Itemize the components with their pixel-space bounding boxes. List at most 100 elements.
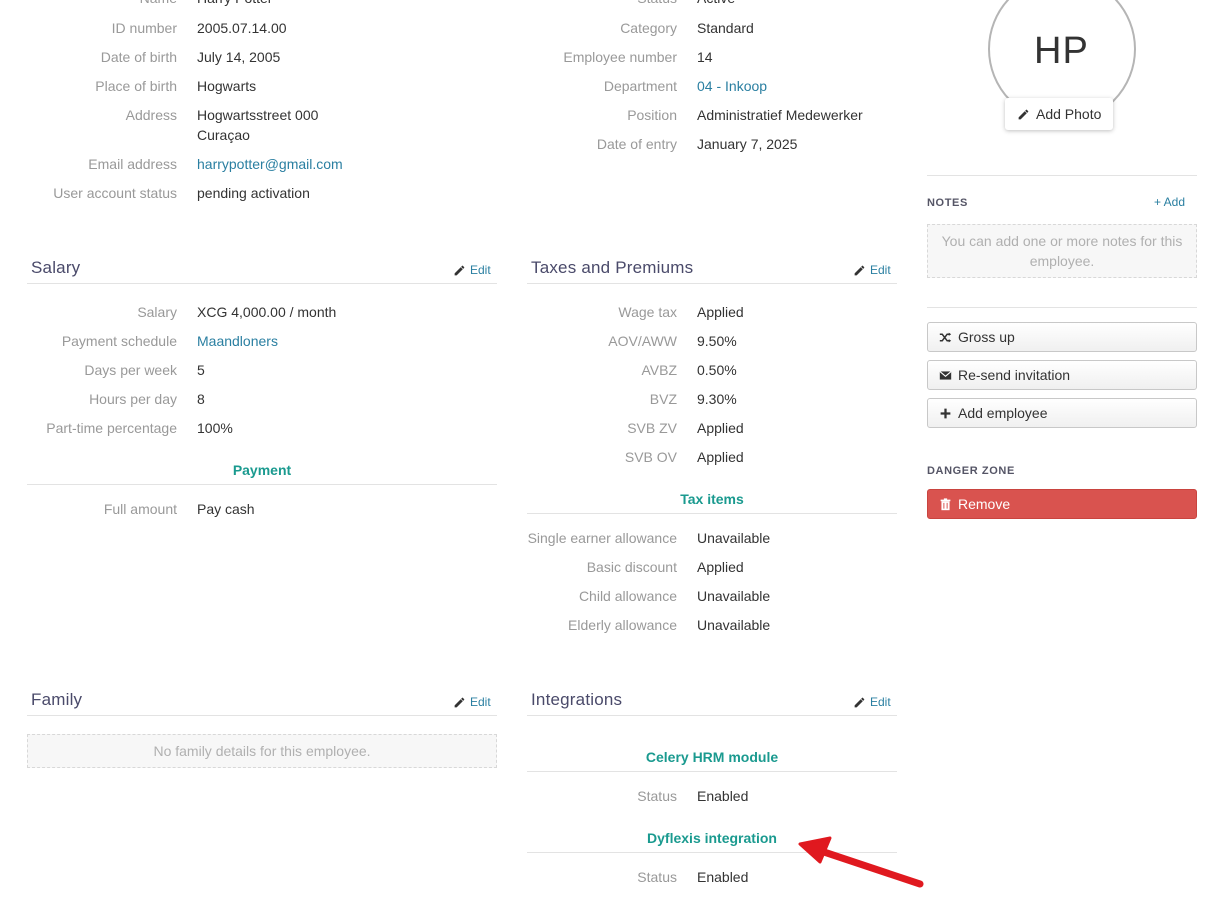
label: Status [637,788,677,804]
family-title: Family [31,690,83,709]
family-empty-state: No family details for this employee. [27,734,497,768]
row-employee-number: Employee number 14 [0,47,900,67]
row-position: Position Administratief Medewerker [0,105,900,125]
label: Status [637,869,677,885]
employment-info: Status Active Category Standard Employee… [0,0,900,160]
value: January 7, 2025 [697,136,798,152]
row-wage-tax: Wage tax Applied [0,302,900,322]
value: Administratief Medewerker [697,107,863,123]
pencil-icon [854,697,865,707]
label: Child allowance [578,588,677,604]
row-child-allowance: Child allowance Unavailable [0,586,900,606]
value: Unavailable [697,617,771,633]
shuffle-icon [939,332,952,342]
value: Standard [697,20,754,36]
label: Employee number [563,49,677,65]
salary-title: Salary [31,258,81,277]
integrations-edit-button[interactable]: Edit [853,695,891,709]
row-dyflexis-status: Status Enabled [0,867,900,887]
row-celery-status: Status Enabled [0,786,900,806]
row-basic-discount: Basic discount Applied [0,557,900,577]
value: 14 [697,49,713,65]
sidebar-divider-top [927,175,1197,176]
label: AOV/AWW [608,333,677,349]
salary-divider [27,283,497,284]
value: Applied [697,559,744,575]
taxes-edit-button[interactable]: Edit [853,263,891,277]
row-category: Category Standard [0,18,900,38]
edit-label: Edit [870,263,891,277]
value: 9.50% [697,333,737,349]
value: Active [697,0,735,8]
row-aov-aww: AOV/AWW 9.50% [0,331,900,351]
pencil-icon [454,265,465,275]
celery-divider [527,771,897,772]
taxes-title: Taxes and Premiums [531,258,694,277]
family-edit-button[interactable]: Edit [453,695,491,709]
value: Enabled [697,788,749,804]
edit-label: Edit [470,695,491,709]
integrations-title: Integrations [531,690,623,709]
tax-items-divider [527,513,897,514]
family-divider [27,715,497,716]
label: Wage tax [618,304,677,320]
notes-heading: NOTES [927,197,968,209]
danger-zone-heading: DANGER ZONE [927,465,1015,477]
row-avbz: AVBZ 0.50% [0,360,900,380]
add-note-link[interactable]: + Add [1154,195,1185,209]
value: Applied [697,449,744,465]
edit-label: Edit [470,263,491,277]
celery-hrm-heading: Celery HRM module [645,749,779,765]
resend-invitation-button[interactable]: Re-send invitation [927,360,1197,390]
label: Elderly allowance [568,617,677,633]
label: Full amount [103,501,177,517]
add-employee-label: Add employee [958,405,1048,421]
value: Unavailable [697,530,771,546]
label: SVB OV [624,449,677,465]
department-link[interactable]: 04 - Inkoop [697,76,767,96]
envelope-icon [939,370,952,380]
notes-empty-state: You can add one or more notes for this e… [927,224,1197,278]
add-photo-button[interactable]: Add Photo [1005,98,1114,130]
taxes-divider [527,283,897,284]
value: 9.30% [697,391,737,407]
remove-label: Remove [958,496,1011,512]
row-svb-ov: SVB OV Applied [0,447,900,467]
pencil-icon [1018,109,1029,119]
row-elderly-allowance: Elderly allowance Unavailable [0,615,900,635]
sidebar-divider-mid [927,307,1197,308]
label: AVBZ [641,362,677,378]
row-department: Department 04 - Inkoop [0,76,900,96]
label: Status [637,0,677,8]
row-single-earner-allowance: Single earner allowance Unavailable [0,528,900,548]
trash-icon [940,497,951,510]
pencil-icon [854,265,865,275]
row-full-amount: Full amount Pay cash [0,499,520,519]
value: Unavailable [697,588,771,604]
label: Single earner allowance [527,530,677,546]
salary-edit-button[interactable]: Edit [453,263,491,277]
gross-up-label: Gross up [958,329,1015,345]
label: Department [603,78,677,94]
label: Basic discount [586,559,677,575]
integrations-divider [527,715,897,716]
tax-items-heading: Tax items [680,491,744,507]
annotation-arrow-icon [798,836,924,888]
gross-up-button[interactable]: Gross up [927,322,1197,352]
label: Date of entry [596,136,677,152]
row-account-status: User account status pending activation [0,183,520,203]
value: Pay cash [197,501,255,517]
pencil-icon [454,697,465,707]
plus-icon [940,408,951,418]
label: SVB ZV [627,420,677,436]
value: 0.50% [697,362,737,378]
payment-divider [27,484,497,485]
label: BVZ [649,391,677,407]
row-svb-zv: SVB ZV Applied [0,418,900,438]
resend-invitation-label: Re-send invitation [958,367,1071,383]
add-employee-button[interactable]: Add employee [927,398,1197,428]
value: Applied [697,420,744,436]
row-status: Status Active [0,0,900,8]
remove-button[interactable]: Remove [927,489,1197,519]
label: Position [627,107,677,123]
